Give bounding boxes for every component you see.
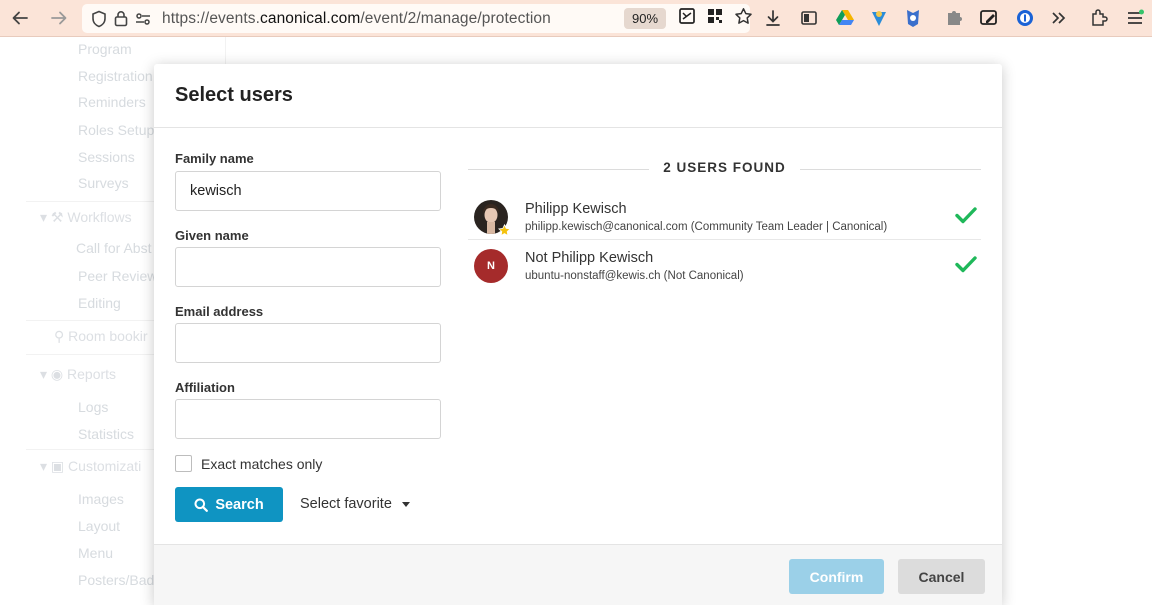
user-name: Not Philipp Kewisch	[525, 250, 654, 266]
back-button[interactable]	[5, 3, 35, 33]
reading-list-icon[interactable]	[798, 7, 820, 29]
extensions-puzzle-icon[interactable]	[1088, 7, 1110, 29]
select-favorite-dropdown[interactable]: Select favorite	[300, 496, 410, 512]
zoom-level[interactable]: 90%	[624, 8, 666, 29]
caret-down-icon	[401, 501, 410, 507]
given-name-input[interactable]	[175, 247, 441, 287]
user-email-affiliation: ubuntu-nonstaff@kewis.ch (Not Canonical)	[525, 270, 744, 282]
drive-extension-icon[interactable]	[834, 7, 856, 29]
favorite-star-icon	[498, 224, 511, 237]
address-bar[interactable]: https://events.canonical.com/event/2/man…	[82, 4, 752, 33]
extension-puzzle-gray-icon[interactable]	[944, 7, 966, 29]
browser-toolbar: https://events.canonical.com/event/2/man…	[0, 0, 1152, 37]
user-initial-avatar: N	[474, 249, 508, 283]
user-email-affiliation: philipp.kewisch@canonical.com (Community…	[525, 221, 888, 233]
avatar: N	[474, 249, 508, 283]
search-button[interactable]: Search	[175, 487, 283, 522]
url-text: https://events.canonical.com/event/2/man…	[162, 9, 551, 27]
affiliation-input[interactable]	[175, 399, 441, 439]
checkmark-icon[interactable]	[955, 206, 977, 224]
qr-code-icon[interactable]	[704, 7, 726, 25]
bookmark-star-icon[interactable]	[732, 7, 754, 25]
avatar	[474, 200, 511, 237]
select-favorite-label: Select favorite	[300, 496, 392, 512]
edit-extension-icon[interactable]	[978, 7, 1000, 29]
checkmark-icon[interactable]	[955, 255, 977, 273]
reader-view-icon[interactable]	[676, 7, 698, 25]
family-name-label: Family name	[175, 151, 254, 166]
privacy-badger-icon[interactable]	[902, 7, 924, 29]
arrow-left-icon	[12, 11, 28, 25]
family-name-input[interactable]	[175, 171, 441, 211]
confirm-button[interactable]: Confirm	[789, 559, 884, 594]
results-header: 2 USERS FOUND	[468, 160, 981, 180]
email-address-input[interactable]	[175, 323, 441, 363]
search-icon	[194, 498, 209, 512]
dialog-title: Select users	[175, 84, 293, 106]
menu-hamburger-icon[interactable]	[1124, 7, 1146, 29]
users-found-count: 2 USERS FOUND	[649, 160, 800, 175]
download-icon[interactable]	[762, 7, 784, 29]
shield-icon[interactable]	[88, 10, 110, 28]
dialog-header: Select users	[154, 64, 1002, 128]
dialog-footer: Confirm Cancel	[154, 544, 1002, 605]
arrow-right-icon	[51, 11, 67, 25]
user-result-row[interactable]: Philipp Kewisch philipp.kewisch@canonica…	[468, 192, 981, 240]
user-result-row[interactable]: N Not Philipp Kewisch ubuntu-nonstaff@ke…	[468, 241, 981, 289]
user-name: Philipp Kewisch	[525, 201, 627, 217]
forward-button[interactable]	[44, 3, 74, 33]
lock-icon[interactable]	[110, 10, 132, 27]
select-users-dialog: Select users Family name Given name Emai…	[154, 64, 1002, 605]
exact-matches-option[interactable]: Exact matches only	[175, 455, 322, 472]
search-button-label: Search	[215, 496, 264, 513]
permissions-icon[interactable]	[132, 12, 154, 26]
cancel-button[interactable]: Cancel	[898, 559, 985, 594]
affiliation-label: Affiliation	[175, 380, 235, 395]
exact-matches-checkbox[interactable]	[175, 455, 192, 472]
exact-matches-label: Exact matches only	[201, 455, 323, 472]
shield-extension-icon[interactable]	[868, 7, 890, 29]
overflow-chevrons-icon[interactable]	[1048, 7, 1070, 29]
password-manager-icon[interactable]	[1014, 7, 1036, 29]
given-name-label: Given name	[175, 228, 249, 243]
email-address-label: Email address	[175, 304, 264, 319]
